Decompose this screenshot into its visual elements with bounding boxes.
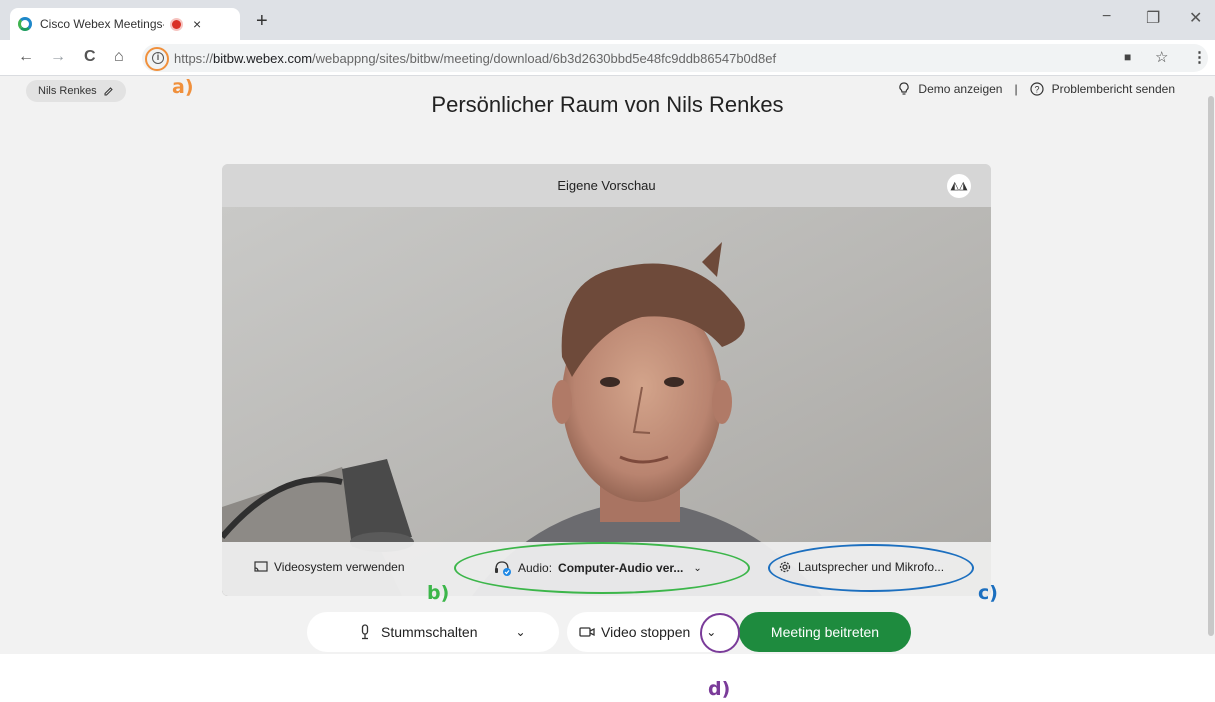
flip-view-button[interactable]: ◭◮ xyxy=(947,174,971,198)
bookmark-star-button[interactable]: ☆ xyxy=(1155,48,1168,66)
camera-video-feed xyxy=(222,207,991,596)
back-button[interactable]: ← xyxy=(18,48,34,66)
forward-button[interactable]: → xyxy=(50,48,66,66)
url-scheme: https:// xyxy=(174,50,214,66)
restore-button[interactable]: ❐ xyxy=(1146,8,1160,28)
window-close-button[interactable]: ✕ xyxy=(1189,8,1202,28)
recording-indicator-icon xyxy=(172,19,181,29)
lightbulb-icon xyxy=(899,82,910,95)
annotation-ring-d xyxy=(700,613,740,653)
mute-options-chevron-icon[interactable]: ⌄ xyxy=(515,625,525,639)
mute-button[interactable]: Stummschalten ⌄ xyxy=(307,612,559,652)
annotation-ring-c xyxy=(768,544,974,592)
annotation-label-b: b) xyxy=(427,582,450,604)
help-circle-icon: ? xyxy=(1029,82,1044,96)
video-system-label: Videosystem verwenden xyxy=(274,560,405,574)
annotation-label-d: d) xyxy=(708,678,731,700)
video-stop-label: Video stoppen xyxy=(601,624,691,640)
self-preview-panel: Eigene Vorschau ◭◮ Videosystem verwenden… xyxy=(222,164,991,596)
top-links: Demo anzeigen | ? Problembericht senden xyxy=(898,82,1175,96)
reload-button[interactable]: C xyxy=(84,48,96,66)
annotation-label-c: c) xyxy=(978,582,998,604)
camera-in-use-icon[interactable]: ■ xyxy=(1124,50,1131,64)
browser-tab[interactable]: Cisco Webex Meetings-Web × xyxy=(10,8,240,40)
webex-favicon-icon xyxy=(18,17,32,31)
browser-tab-bar: Cisco Webex Meetings-Web × + − ❐ ✕ xyxy=(0,0,1215,40)
join-meeting-button[interactable]: Meeting beitreten xyxy=(739,612,911,652)
annotation-label-a: a) xyxy=(172,76,194,98)
video-camera-icon xyxy=(579,627,595,637)
tab-title: Cisco Webex Meetings-Web xyxy=(40,17,164,31)
annotation-ring-b xyxy=(454,542,750,594)
address-bar[interactable]: https://bitbw.webex.com/webappng/sites/b… xyxy=(142,44,1208,72)
scrollbar-thumb[interactable] xyxy=(1208,96,1214,636)
minimize-button[interactable]: − xyxy=(1102,8,1111,26)
demo-link[interactable]: Demo anzeigen xyxy=(918,82,1002,96)
problem-report-link[interactable]: Problembericht senden xyxy=(1052,82,1175,96)
home-button[interactable]: ⌂ xyxy=(114,48,124,66)
screenshot-root: Cisco Webex Meetings-Web × + − ❐ ✕ ← → C… xyxy=(0,0,1215,702)
browser-menu-button[interactable]: ⋮ xyxy=(1192,48,1207,66)
svg-text:?: ? xyxy=(1034,85,1039,95)
url-path: /webappng/sites/bitbw/meeting/download/6… xyxy=(312,50,777,66)
browser-toolbar: ← → C ⌂ https://bitbw.webex.com/webappng… xyxy=(0,40,1215,76)
cast-screen-icon xyxy=(254,561,268,572)
annotation-ring-a xyxy=(145,47,169,71)
new-tab-button[interactable]: + xyxy=(256,10,268,33)
mute-label: Stummschalten xyxy=(381,624,478,640)
preview-header: Eigene Vorschau xyxy=(222,164,991,207)
microphone-icon xyxy=(361,624,369,640)
tab-close-button[interactable]: × xyxy=(193,16,201,32)
video-system-button[interactable]: Videosystem verwenden xyxy=(254,560,405,574)
url-host: bitbw.webex.com xyxy=(213,50,313,66)
link-separator: | xyxy=(1014,82,1018,96)
